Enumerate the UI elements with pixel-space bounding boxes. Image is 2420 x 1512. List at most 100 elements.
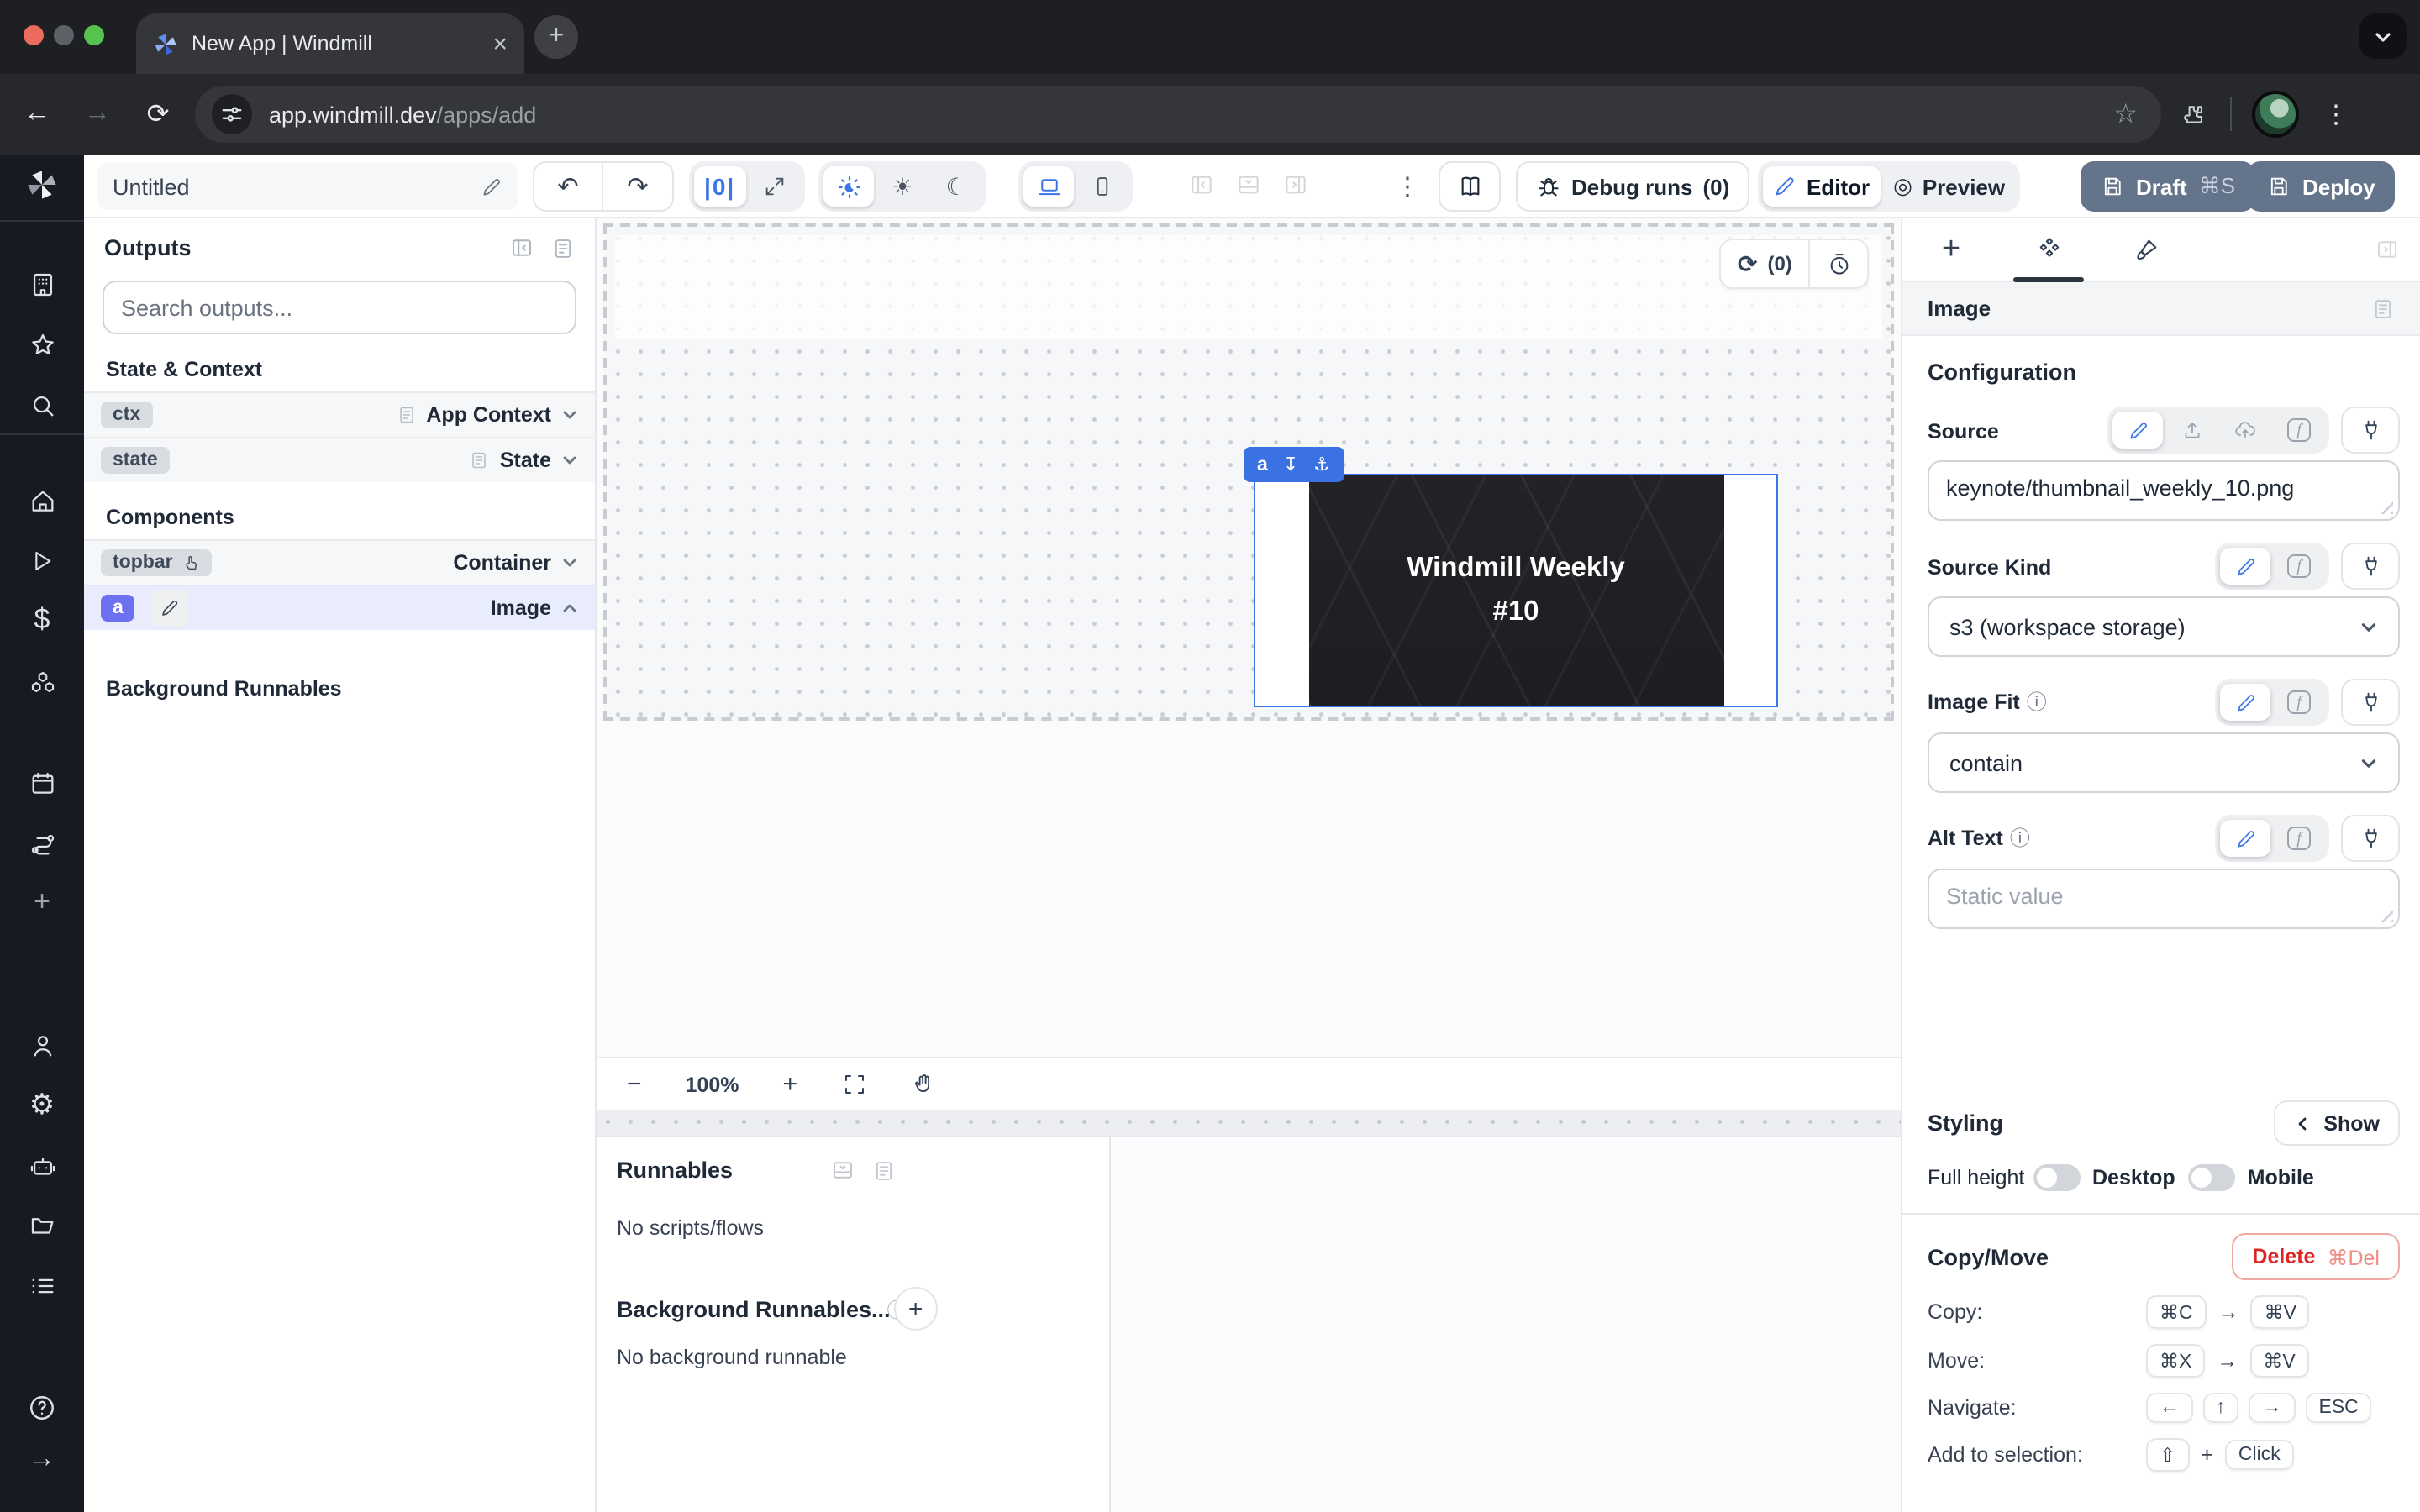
- alt-text-field[interactable]: Static value: [1928, 869, 2400, 929]
- schedules-calendar-icon[interactable]: [0, 766, 84, 800]
- routes-icon[interactable]: [0, 827, 84, 860]
- draft-button[interactable]: Draft⌘S: [2081, 161, 2255, 212]
- chevron-down-icon[interactable]: [561, 407, 578, 423]
- desktop-view-button[interactable]: [1023, 166, 1074, 207]
- chevron-down-icon[interactable]: [561, 452, 578, 469]
- zoom-window-button[interactable]: [84, 25, 104, 45]
- delete-button[interactable]: Delete ⌘Del: [2232, 1233, 2400, 1280]
- undo-button[interactable]: ↶: [534, 163, 603, 210]
- add-background-runnable-button[interactable]: +: [894, 1287, 938, 1331]
- preview-tab[interactable]: ◎ Preview: [1883, 166, 2015, 207]
- chevron-up-icon[interactable]: [561, 600, 578, 617]
- image-component-selected[interactable]: Windmill Weekly #10: [1254, 474, 1778, 707]
- resize-handle[interactable]: [2378, 499, 2393, 514]
- new-tab-button[interactable]: +: [534, 15, 578, 59]
- topbar-container-component[interactable]: [615, 235, 1882, 339]
- topbar-badge[interactable]: topbar: [101, 549, 212, 576]
- connect-plug-icon[interactable]: [2341, 543, 2400, 590]
- collapse-bottom-panel-icon[interactable]: [830, 1158, 855, 1183]
- edit-title-pencil-icon[interactable]: [481, 176, 502, 197]
- source-kind-select[interactable]: s3 (workspace storage): [1928, 596, 2400, 657]
- full-height-desktop-toggle[interactable]: [2033, 1164, 2081, 1191]
- insert-component-tab[interactable]: +: [1902, 218, 2000, 281]
- light-theme-sun-icon[interactable]: ☀: [877, 166, 928, 207]
- chevron-down-icon[interactable]: [561, 554, 578, 571]
- connect-plug-icon[interactable]: [2341, 407, 2400, 454]
- fullscreen-arrows-icon[interactable]: [749, 166, 799, 207]
- history-button[interactable]: [1811, 240, 1868, 287]
- static-pencil-icon[interactable]: [2220, 684, 2270, 721]
- selected-component-chip[interactable]: a ↧ ⚓: [1244, 447, 1344, 482]
- connect-plug-icon[interactable]: [2341, 815, 2400, 862]
- editor-tab[interactable]: Editor: [1763, 166, 1880, 207]
- expand-sidebar-icon[interactable]: →: [0, 1443, 84, 1477]
- favorites-star-icon[interactable]: [0, 328, 84, 361]
- pan-hand-icon[interactable]: [910, 1072, 935, 1097]
- collapse-panel-icon[interactable]: [509, 235, 534, 260]
- bookmark-star-icon[interactable]: ☆: [2113, 97, 2138, 131]
- workers-robot-icon[interactable]: [0, 1149, 84, 1183]
- refresh-button[interactable]: ⟳ (0): [1721, 240, 1811, 287]
- toggle-bottom-panel-icon[interactable]: [1235, 171, 1262, 198]
- browser-menu-icon[interactable]: ⋮: [2312, 91, 2360, 138]
- full-height-mobile-toggle[interactable]: [2189, 1164, 2236, 1191]
- extensions-icon[interactable]: [2181, 100, 2210, 129]
- auto-theme-button[interactable]: [823, 166, 874, 207]
- redo-button[interactable]: ↷: [603, 163, 672, 210]
- docs-panel-icon[interactable]: [551, 235, 575, 260]
- mobile-view-button[interactable]: [1077, 166, 1128, 207]
- variables-dollar-icon[interactable]: $: [0, 603, 84, 637]
- search-icon[interactable]: [0, 388, 84, 422]
- workspace-icon[interactable]: [0, 267, 84, 301]
- center-content-button[interactable]: |0|: [694, 166, 745, 207]
- close-window-button[interactable]: [24, 25, 44, 45]
- runs-play-icon[interactable]: [0, 544, 84, 578]
- docs-icon[interactable]: [2371, 297, 2395, 320]
- docs-panel-icon[interactable]: [872, 1158, 896, 1183]
- toggle-left-panel-icon[interactable]: [1188, 171, 1215, 198]
- windmill-logo[interactable]: [0, 168, 84, 202]
- browser-tab[interactable]: New App | Windmill ×: [136, 13, 524, 74]
- toggle-right-panel-icon[interactable]: [1282, 171, 1309, 198]
- component-row-topbar[interactable]: topbar Container: [84, 539, 595, 585]
- help-icon[interactable]: [0, 1391, 84, 1425]
- cloud-upload-icon[interactable]: [2220, 412, 2270, 449]
- zoom-out-button[interactable]: −: [627, 1070, 642, 1099]
- logs-list-icon[interactable]: [0, 1268, 84, 1302]
- app-title-field[interactable]: Untitled: [97, 163, 518, 210]
- home-icon[interactable]: [0, 484, 84, 517]
- function-icon[interactable]: f: [2274, 684, 2324, 721]
- outputs-search[interactable]: [103, 281, 576, 334]
- rename-pencil-icon[interactable]: [152, 590, 189, 627]
- minimize-window-button[interactable]: [54, 25, 74, 45]
- resize-handle[interactable]: [2378, 907, 2393, 922]
- source-value-field[interactable]: keynote/thumbnail_weekly_10.png: [1928, 460, 2400, 521]
- component-row-a[interactable]: a Image: [84, 585, 595, 630]
- dark-theme-moon-icon[interactable]: ☾: [931, 166, 981, 207]
- debug-runs-button[interactable]: Debug runs(0): [1516, 161, 1749, 212]
- static-pencil-icon[interactable]: [2112, 412, 2163, 449]
- function-icon[interactable]: f: [2274, 820, 2324, 857]
- outputs-search-input[interactable]: [121, 295, 558, 320]
- site-info-icon[interactable]: [212, 94, 252, 134]
- function-icon[interactable]: f: [2274, 412, 2324, 449]
- static-pencil-icon[interactable]: [2220, 820, 2270, 857]
- expand-down-icon[interactable]: ↧: [1283, 454, 1298, 475]
- back-button[interactable]: ←: [13, 91, 60, 138]
- zoom-in-button[interactable]: +: [783, 1070, 798, 1099]
- component-settings-tab[interactable]: [2000, 218, 2097, 281]
- forward-button[interactable]: →: [74, 91, 121, 138]
- folders-icon[interactable]: [0, 1208, 84, 1242]
- settings-gear-icon[interactable]: ⚙: [0, 1089, 84, 1122]
- image-fit-select[interactable]: contain: [1928, 732, 2400, 793]
- static-pencil-icon[interactable]: [2220, 548, 2270, 585]
- output-row-ctx[interactable]: ctx App Context: [84, 391, 595, 437]
- add-item-icon[interactable]: +: [0, 885, 84, 919]
- more-options-icon[interactable]: ⋮: [1395, 171, 1420, 202]
- address-bar[interactable]: app.windmill.dev/apps/add ☆: [195, 86, 2161, 143]
- fit-view-icon[interactable]: [841, 1072, 866, 1097]
- docs-book-button[interactable]: [1439, 161, 1501, 212]
- app-canvas[interactable]: ⟳ (0) a ↧ ⚓ Windmill Weekly #10 − 100% +: [597, 218, 1901, 1512]
- profile-avatar[interactable]: [2252, 91, 2299, 138]
- connect-plug-icon[interactable]: [2341, 679, 2400, 726]
